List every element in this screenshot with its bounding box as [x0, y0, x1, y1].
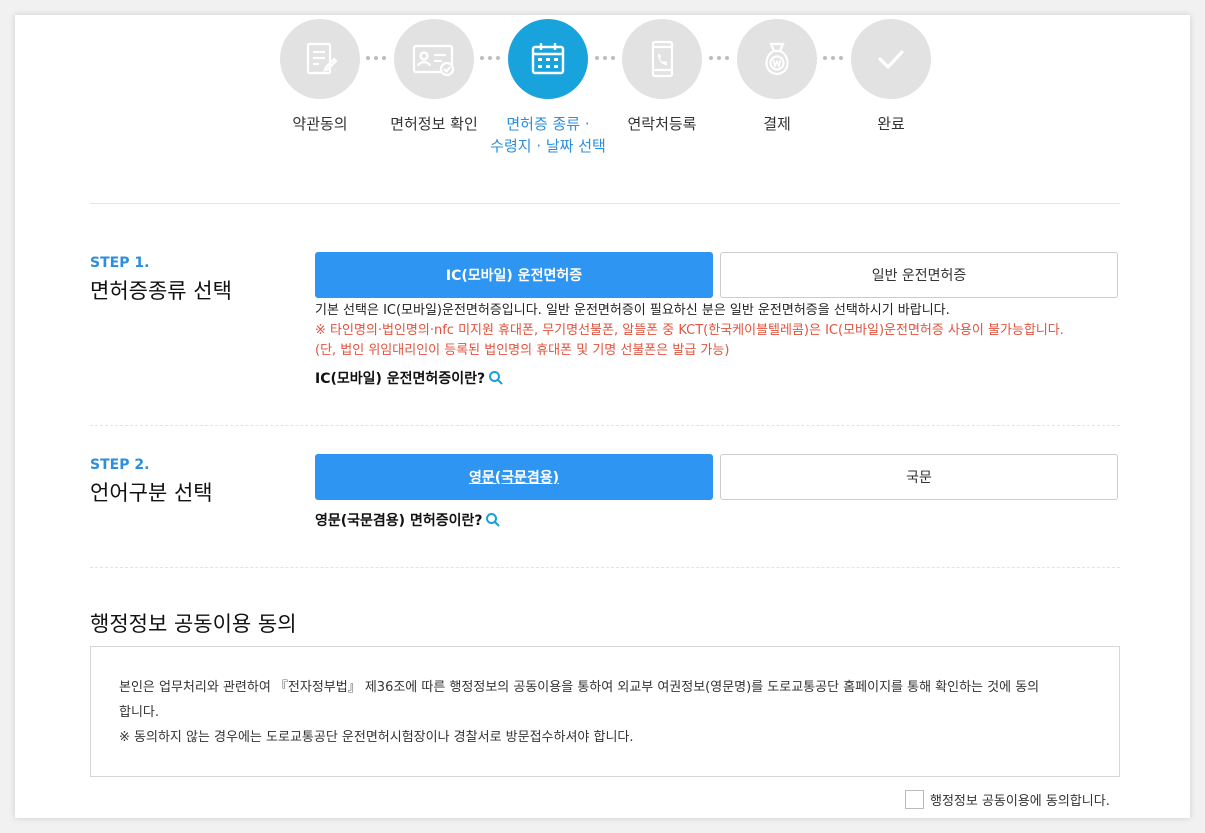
option-label: 국문	[906, 470, 932, 486]
step-label: 완료	[877, 115, 905, 133]
step-payment: 결제	[712, 19, 842, 135]
option-label: 일반 운전면허증	[871, 268, 967, 284]
help-link-text: IC(모바일) 운전면허증이란?	[315, 371, 486, 387]
step1-description: 기본 선택은 IC(모바일)운전면허증입니다. 일반 운전면허증이 필요하신 분…	[315, 301, 1064, 361]
consent-checkbox-label[interactable]: 행정정보 공동이용에 동의합니다.	[930, 790, 1110, 809]
document-edit-icon	[280, 19, 360, 99]
option-label: 영문(국문겸용)	[468, 470, 560, 486]
step-label: 약관동의	[292, 115, 348, 133]
korean-only-option[interactable]: 국문	[720, 454, 1118, 500]
consent-title: 행정정보 공동이용 동의	[90, 612, 297, 636]
english-korean-option[interactable]: 영문(국문겸용)	[315, 454, 713, 500]
consent-checkbox[interactable]	[905, 790, 924, 809]
warning-text: (단, 법인 위임대리인이 등록된 법인명의 휴대폰 및 기명 선불폰은 발급 …	[315, 343, 730, 358]
search-icon	[486, 513, 501, 527]
step-label: 면허정보 확인	[390, 115, 478, 133]
consent-agree-row: 행정정보 공동이용에 동의합니다.	[905, 790, 1110, 809]
step1-number: STEP 1.	[90, 255, 150, 271]
money-bag-icon	[737, 19, 817, 99]
consent-notice-box: 본인은 업무처리와 관련하여 『전자정부법』 제36조에 따른 행정정보의 공동…	[90, 646, 1120, 777]
regular-license-option[interactable]: 일반 운전면허증	[720, 252, 1118, 298]
mobile-phone-icon	[622, 19, 702, 99]
step-label: 면허증 종류 · 수령지 · 날짜 선택	[483, 113, 613, 157]
step-label: 연락처등록	[627, 115, 697, 133]
divider	[90, 567, 1120, 568]
ic-mobile-license-option[interactable]: IC(모바일) 운전면허증	[315, 252, 713, 298]
option-label: IC(모바일) 운전면허증	[445, 268, 583, 284]
search-icon	[489, 371, 503, 385]
divider	[90, 425, 1120, 426]
check-icon	[851, 19, 931, 99]
divider	[90, 203, 1120, 204]
ic-license-info-link[interactable]: IC(모바일) 운전면허증이란?	[315, 368, 504, 388]
consent-text: 합니다.	[119, 705, 160, 720]
step-label: 결제	[763, 115, 791, 133]
step-complete: 완료	[826, 19, 956, 135]
page-card: 약관동의 면허정보 확인 면허증 종류 · 수령지 · 날짜 선택 연락처등록 …	[15, 15, 1190, 818]
step-license-info: 면허정보 확인	[369, 19, 499, 135]
consent-text: ※ 동의하지 않는 경우에는 도로교통공단 운전면허시험장이나 경찰서로 방문접…	[119, 730, 634, 745]
warning-text: ※ 타인명의·법인명의·nfc 미지원 휴대폰, 무기명선불폰, 알뜰폰 중 K…	[315, 323, 1064, 338]
step2-number: STEP 2.	[90, 457, 150, 473]
step-contact: 연락처등록	[597, 19, 727, 135]
step2-title: 언어구분 선택	[90, 481, 213, 505]
step-label-line2: 수령지 · 날짜 선택	[490, 137, 606, 155]
step-label-line1: 면허증 종류 ·	[506, 115, 590, 133]
help-link-text: 영문(국문겸용) 면허증이란?	[315, 513, 483, 529]
step-type-selection: 면허증 종류 · 수령지 · 날짜 선택	[483, 19, 613, 157]
step1-title: 면허증종류 선택	[90, 279, 232, 303]
calendar-icon	[508, 19, 588, 99]
license-card-icon	[394, 19, 474, 99]
desc-text: 기본 선택은 IC(모바일)운전면허증입니다. 일반 운전면허증이 필요하신 분…	[315, 303, 950, 318]
step-terms: 약관동의	[255, 19, 385, 135]
consent-text: 본인은 업무처리와 관련하여 『전자정부법』 제36조에 따른 행정정보의 공동…	[119, 680, 1040, 695]
english-license-info-link[interactable]: 영문(국문겸용) 면허증이란?	[315, 510, 501, 530]
